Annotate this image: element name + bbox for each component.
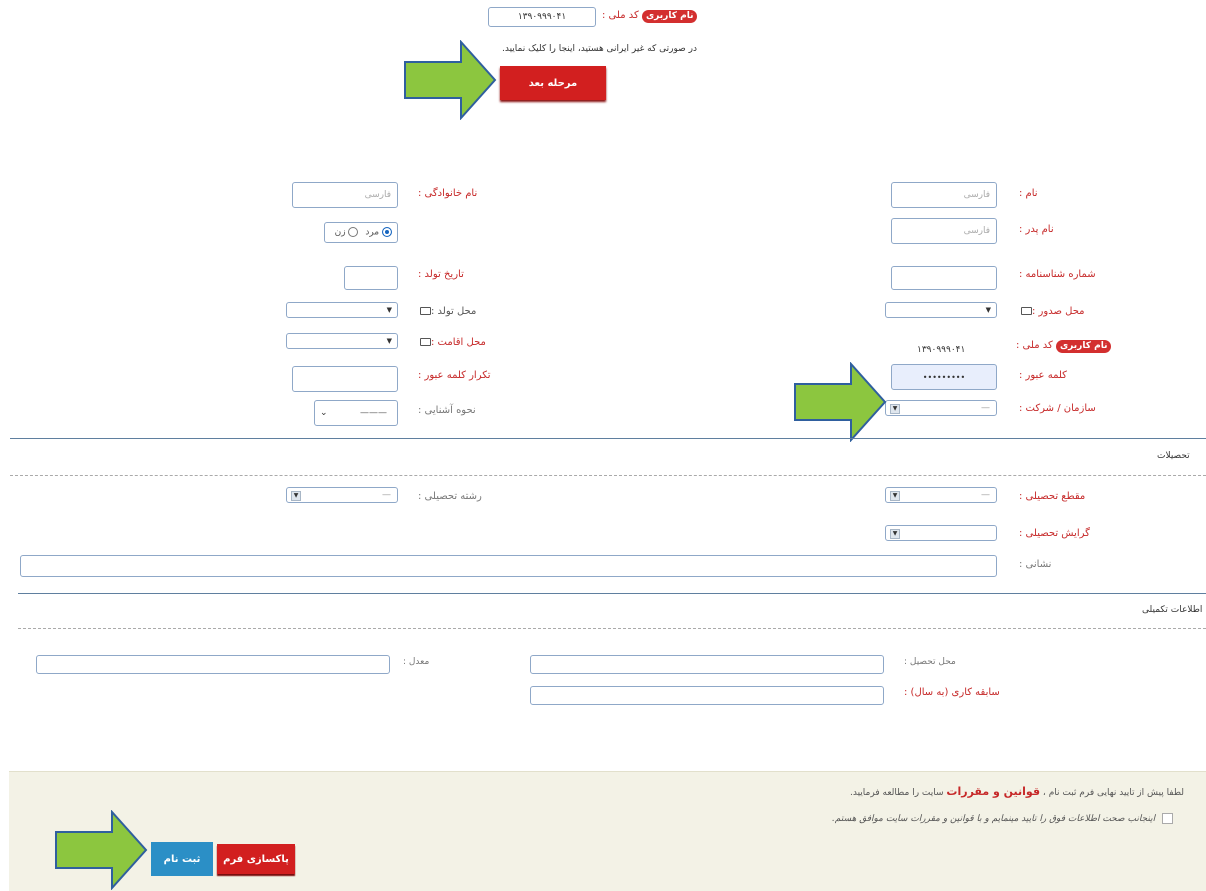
first-name-input[interactable]: فارسی <box>891 182 997 208</box>
password-repeat-label: تکرار کلمه عبور : <box>418 370 491 381</box>
national-code-label-group: نام کاربری کد ملی : <box>1016 340 1112 353</box>
top-national-code-label: کد ملی : <box>602 10 639 21</box>
section-divider <box>10 438 1206 439</box>
birth-date-input[interactable] <box>344 266 398 290</box>
chevron-down-icon: ▼ <box>890 404 900 414</box>
gender-radio-group: مرد زن <box>324 222 398 243</box>
last-name-label: نام خانوادگی : <box>418 188 478 199</box>
dotted-divider <box>10 475 1206 476</box>
issue-place-select[interactable]: ▼ <box>885 302 997 318</box>
username-badge: نام کاربری <box>1055 340 1112 353</box>
chevron-down-icon: ▼ <box>291 491 301 501</box>
agree-checkbox[interactable] <box>1161 813 1173 824</box>
non-iranian-link[interactable]: در صورتی که غیر ایرانی هستید، اینجا را ک… <box>502 44 697 54</box>
clear-form-button[interactable]: پاکسازی فرم <box>217 844 295 874</box>
green-arrow-icon <box>404 40 497 120</box>
section-divider <box>18 593 1206 594</box>
experience-input[interactable] <box>530 686 884 705</box>
issue-place-label: محل صدور : <box>1019 306 1085 317</box>
field-select[interactable]: ▼ — <box>286 487 398 503</box>
keyboard-icon <box>420 338 431 346</box>
address-input[interactable] <box>20 555 997 577</box>
agree-row: اینجانب صحت اطلاعات فوق را تایید مینمایم… <box>832 813 1173 824</box>
green-arrow-icon <box>794 362 887 442</box>
gpa-label: معدل : <box>403 657 430 667</box>
birth-date-label: تاریخ تولد : <box>418 269 464 280</box>
id-number-label: شماره شناسنامه : <box>1019 269 1096 280</box>
extra-section-title: اطلاعات تکمیلی <box>1142 605 1203 615</box>
last-name-input[interactable]: فارسی <box>292 182 398 208</box>
birth-place-select[interactable]: ▼ <box>286 302 398 318</box>
chevron-down-icon: ▼ <box>985 306 991 314</box>
terms-link[interactable]: قوانین و مقررات <box>946 785 1040 798</box>
national-code-value: ۱۳۹۰۹۹۹۰۴۱ <box>917 345 966 355</box>
gender-female-radio[interactable] <box>348 227 359 237</box>
acquaintance-label: نحوه آشنایی : <box>418 405 476 416</box>
degree-select[interactable]: ▼ — <box>885 487 997 503</box>
birth-place-label: محل تولد : <box>418 306 476 317</box>
study-place-label: محل تحصیل : <box>904 657 956 667</box>
organization-select[interactable]: ▼ — <box>885 400 997 416</box>
address-label: نشانی : <box>1019 559 1052 570</box>
chevron-down-icon: ▼ <box>890 491 900 501</box>
degree-label: مقطع تحصیلی : <box>1019 491 1086 502</box>
top-national-code-label-group: نام کاربری کد ملی : <box>602 10 698 23</box>
acquaintance-select[interactable]: ⌄ ——— <box>314 400 398 426</box>
password-input[interactable]: ••••••••• <box>891 364 997 390</box>
terms-notice: لطفا پیش از تایید نهایی فرم ثبت نام ، قو… <box>850 785 1184 798</box>
gender-female-label: زن <box>334 227 346 238</box>
top-national-code-field[interactable]: ۱۳۹۰۹۹۹۰۴۱ <box>488 7 596 27</box>
chevron-down-icon: ▼ <box>890 529 900 539</box>
education-section-title: تحصیلات <box>1157 451 1190 461</box>
gender-male-radio[interactable] <box>382 227 392 237</box>
submit-button[interactable]: ثبت نام <box>151 842 213 876</box>
national-code-label: کد ملی : <box>1016 340 1053 351</box>
keyboard-icon <box>420 307 431 315</box>
dotted-divider <box>18 628 1206 629</box>
green-arrow-icon <box>55 810 148 890</box>
residence-select[interactable]: ▼ <box>286 333 398 349</box>
username-badge: نام کاربری <box>641 10 698 23</box>
chevron-down-icon: ⌄ <box>320 408 328 418</box>
orientation-label: گرایش تحصیلی : <box>1019 528 1090 539</box>
father-name-input[interactable]: فارسی <box>891 218 997 244</box>
password-label: کلمه عبور : <box>1019 370 1067 381</box>
experience-label: سابقه کاری (به سال) : <box>904 687 1000 698</box>
study-place-input[interactable] <box>530 655 884 674</box>
next-step-button[interactable]: مرحله بعد <box>500 66 606 100</box>
gender-male-label: مرد <box>365 227 380 238</box>
chevron-down-icon: ▼ <box>386 337 392 345</box>
field-label: رشته تحصیلی : <box>418 491 482 502</box>
keyboard-icon <box>1021 307 1032 315</box>
id-number-input[interactable] <box>891 266 997 290</box>
orientation-select[interactable]: ▼ <box>885 525 997 541</box>
residence-label: محل اقامت : <box>418 337 486 348</box>
father-name-label: نام پدر : <box>1019 224 1054 235</box>
password-repeat-input[interactable] <box>292 366 398 392</box>
gpa-input[interactable] <box>36 655 390 674</box>
first-name-label: نام : <box>1019 188 1038 199</box>
organization-label: سازمان / شرکت : <box>1019 403 1096 414</box>
chevron-down-icon: ▼ <box>386 306 392 314</box>
